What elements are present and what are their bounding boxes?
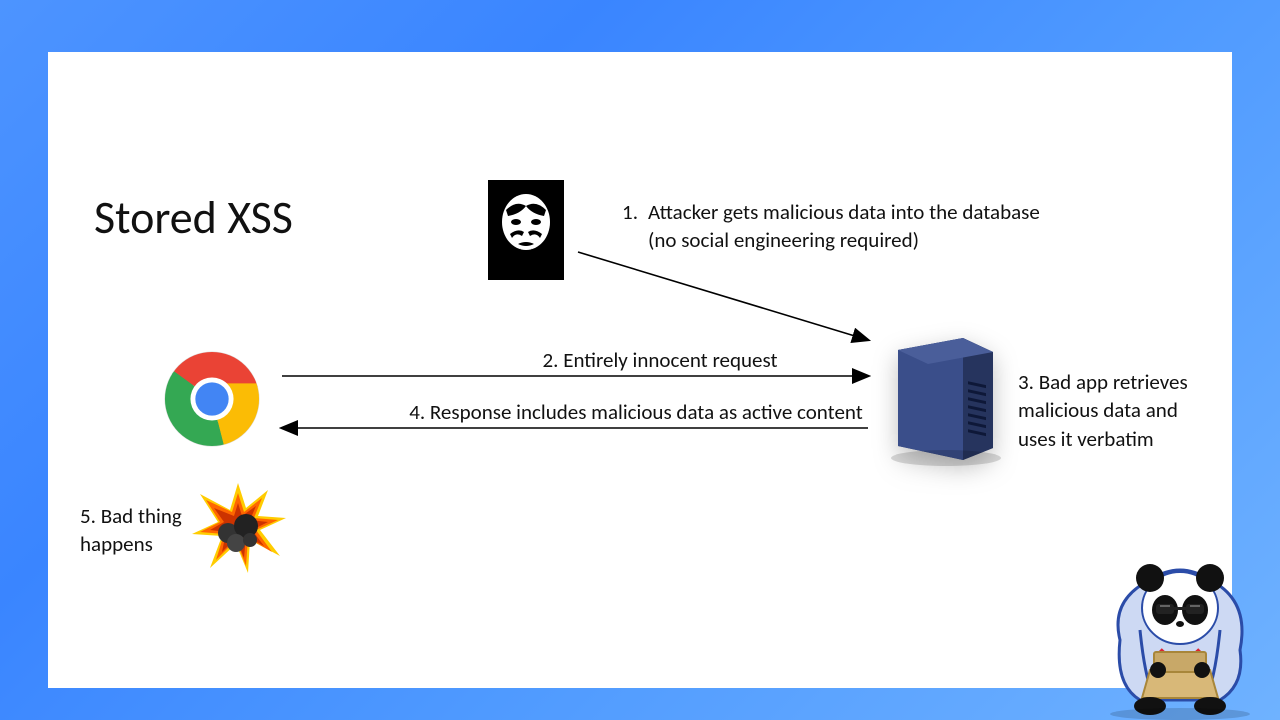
step-3-text: 3. Bad app retrieves malicious data and … xyxy=(1018,368,1198,453)
server-icon xyxy=(868,330,1008,470)
step-2-text: 2. Entirely innocent request xyxy=(410,346,910,374)
step-1-text: Attacker gets malicious data into the da… xyxy=(648,198,1048,255)
attacker-mask-icon xyxy=(488,180,564,280)
step-1-number: 1. xyxy=(608,198,638,226)
explosion-icon xyxy=(188,478,288,578)
chrome-browser-icon xyxy=(163,350,261,448)
slide-title: Stored XSS xyxy=(94,190,293,246)
hacker-panda-icon xyxy=(1080,520,1280,720)
slide: Stored XSS 1. Attacker gets malicious da… xyxy=(48,52,1232,688)
step-4-text: 4. Response includes malicious data as a… xyxy=(356,398,916,426)
